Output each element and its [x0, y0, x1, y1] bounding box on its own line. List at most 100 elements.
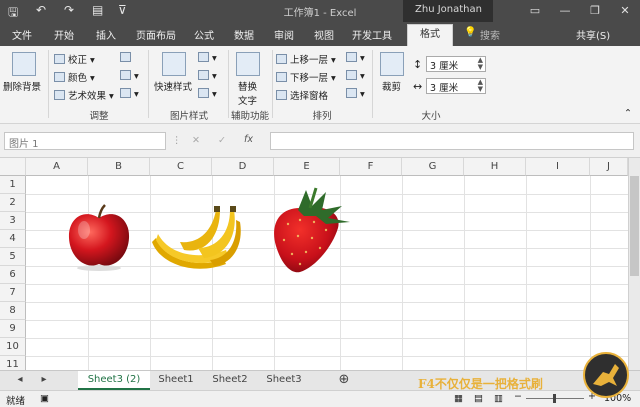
tab-formulas[interactable]: 公式: [194, 27, 214, 42]
group-separator: [228, 50, 229, 118]
column-header[interactable]: E: [274, 158, 340, 176]
quick-styles-button[interactable]: 快速样式: [154, 79, 192, 93]
tab-format[interactable]: 格式: [407, 24, 453, 46]
bring-forward-icon: [276, 54, 287, 64]
row-header[interactable]: 2: [0, 194, 26, 212]
scroll-left-icon[interactable]: ◂: [14, 371, 26, 390]
normal-view-icon[interactable]: ▦: [454, 393, 463, 404]
compress-pictures-icon[interactable]: [120, 52, 134, 64]
width-input[interactable]: 3 厘米 ▲ ▼: [426, 78, 486, 94]
apple-picture[interactable]: [64, 202, 134, 272]
column-header[interactable]: B: [88, 158, 150, 176]
rotate-icon[interactable]: ▾: [346, 88, 365, 100]
minimize-button[interactable]: —: [550, 0, 580, 22]
crop-icon: [380, 52, 404, 76]
picture-styles-group-label: 图片样式: [169, 111, 208, 122]
bananas-picture[interactable]: [150, 202, 242, 274]
height-value: 3 厘米: [430, 61, 459, 72]
tab-review[interactable]: 审阅: [274, 27, 294, 42]
row-header[interactable]: 6: [0, 266, 26, 284]
picture-layout-icon[interactable]: ▾: [198, 88, 217, 100]
tab-insert[interactable]: 插入: [96, 27, 116, 42]
column-header[interactable]: I: [526, 158, 590, 176]
row-header[interactable]: 1: [0, 176, 26, 194]
spinner-icon[interactable]: ▲ ▼: [478, 79, 483, 93]
column-header[interactable]: A: [26, 158, 88, 176]
status-bar: 就绪 ▣ ▦ ▤ ▥ − + 100%: [0, 390, 640, 407]
sheet-tab[interactable]: Sheet1: [150, 371, 202, 390]
page-layout-view-icon[interactable]: ▤: [474, 393, 483, 404]
row-header[interactable]: 5: [0, 248, 26, 266]
remove-background-button[interactable]: 删除背景: [3, 79, 41, 93]
row-header[interactable]: 7: [0, 284, 26, 302]
macro-record-icon[interactable]: ▣: [40, 393, 49, 404]
insert-function-icon[interactable]: fx: [244, 134, 253, 145]
select-all-corner[interactable]: [0, 158, 26, 176]
column-header[interactable]: H: [464, 158, 526, 176]
scrollbar-thumb[interactable]: [630, 176, 639, 276]
artistic-effects-button[interactable]: 艺术效果 ▾: [54, 88, 114, 102]
row-header[interactable]: 3: [0, 212, 26, 230]
send-backward-button[interactable]: 下移一层 ▾: [276, 70, 336, 84]
row-header[interactable]: 9: [0, 320, 26, 338]
close-button[interactable]: ✕: [610, 0, 640, 22]
column-header[interactable]: C: [150, 158, 212, 176]
page-break-view-icon[interactable]: ▥: [494, 393, 503, 404]
row-header[interactable]: 8: [0, 302, 26, 320]
tab-data[interactable]: 数据: [234, 27, 254, 42]
tab-developer[interactable]: 开发工具: [352, 27, 392, 42]
height-input[interactable]: 3 厘米 ▲ ▼: [426, 56, 486, 72]
column-header[interactable]: G: [402, 158, 464, 176]
formula-bar: 图片 1 ⋮ ✕ ✓ fx: [0, 124, 640, 158]
zoom-slider-thumb[interactable]: [553, 394, 556, 403]
alt-text-button[interactable]: 替换 文字: [238, 79, 257, 107]
sheet-tab-active[interactable]: Sheet3 (2): [78, 371, 150, 390]
enter-icon[interactable]: ✓: [218, 135, 226, 146]
bring-forward-button[interactable]: 上移一层 ▾: [276, 52, 336, 66]
size-group-label: 大小: [421, 111, 441, 122]
add-sheet-icon[interactable]: ⊕: [334, 371, 354, 390]
row-header[interactable]: 4: [0, 230, 26, 248]
spinner-icon[interactable]: ▲ ▼: [478, 57, 483, 71]
cancel-icon[interactable]: ✕: [192, 135, 200, 146]
height-icon: ↕: [413, 58, 423, 71]
group-icon[interactable]: ▾: [346, 70, 365, 82]
tab-file[interactable]: 文件: [12, 27, 32, 42]
tab-page-layout[interactable]: 页面布局: [136, 27, 176, 42]
tab-home[interactable]: 开始: [54, 27, 74, 42]
change-picture-icon[interactable]: ▾: [120, 70, 139, 82]
color-label: 颜色: [68, 73, 88, 84]
ribbon-display-icon[interactable]: ▭: [520, 0, 550, 22]
picture-border-icon[interactable]: ▾: [198, 52, 217, 64]
name-box[interactable]: 图片 1: [4, 132, 166, 150]
color-icon: [54, 72, 65, 82]
corrections-label: 校正: [68, 55, 88, 66]
sheet-tab[interactable]: Sheet2: [204, 371, 256, 390]
tell-me-input[interactable]: 搜索: [480, 27, 500, 42]
collapse-ribbon-icon[interactable]: ⌃: [624, 108, 632, 119]
scroll-right-icon[interactable]: ▸: [38, 371, 50, 390]
row-header[interactable]: 11: [0, 356, 26, 370]
zoom-out-icon[interactable]: −: [514, 391, 522, 402]
strawberry-picture[interactable]: [270, 186, 356, 276]
column-header[interactable]: F: [340, 158, 402, 176]
column-header[interactable]: J: [590, 158, 628, 176]
lightbulb-icon: 💡: [464, 27, 477, 38]
reset-picture-icon[interactable]: ▾: [120, 88, 139, 100]
tab-view[interactable]: 视图: [314, 27, 334, 42]
selection-pane-button[interactable]: 选择窗格: [276, 88, 328, 102]
formula-input[interactable]: [270, 132, 634, 150]
corrections-button[interactable]: 校正 ▾: [54, 52, 95, 66]
color-button[interactable]: 颜色 ▾: [54, 70, 95, 84]
vertical-scrollbar[interactable]: [628, 158, 640, 370]
picture-effects-icon[interactable]: ▾: [198, 70, 217, 82]
align-icon[interactable]: ▾: [346, 52, 365, 64]
worksheet-grid[interactable]: A B C D E F G H I J 1 2 3 4 5 6 7 8 9 10…: [0, 158, 628, 370]
restore-button[interactable]: ❐: [580, 0, 610, 22]
sheet-tab[interactable]: Sheet3: [258, 371, 310, 390]
column-header[interactable]: D: [212, 158, 274, 176]
title-bar: 🖫 ↶ ↷ ▤ ⊽ 工作簿1 - Excel Zhu Jonathan ▭ — …: [0, 0, 640, 22]
share-button[interactable]: 共享(S): [576, 27, 610, 42]
crop-button[interactable]: 裁剪: [382, 79, 401, 93]
row-header[interactable]: 10: [0, 338, 26, 356]
